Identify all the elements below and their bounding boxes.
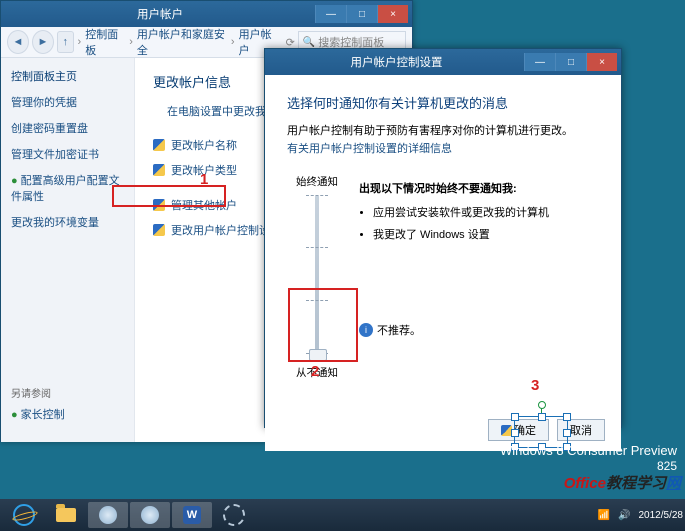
shield-icon xyxy=(153,224,165,236)
bullet-icon: ● xyxy=(11,409,18,421)
control-panel-icon xyxy=(99,506,117,524)
windows-watermark: Windows 8 Consumer Preview 825 xyxy=(500,443,677,475)
uac-close-button[interactable]: × xyxy=(586,53,617,71)
cp-titlebar[interactable]: 用户帐户 — □ × xyxy=(1,1,412,27)
tray-volume-icon[interactable]: 🔊 xyxy=(618,510,630,521)
resize-handle-icon xyxy=(563,413,571,421)
taskbar[interactable]: W 📶 🔊 2012/5/28 xyxy=(0,499,685,531)
sidebar-item-parental[interactable]: ●家长控制 xyxy=(11,406,124,422)
taskbar-settings[interactable] xyxy=(214,502,254,528)
tray-date[interactable]: 2012/5/28 xyxy=(639,510,684,521)
taskbar-cp[interactable] xyxy=(88,502,128,528)
cp-title: 用户帐户 xyxy=(5,6,315,22)
rotate-handle-icon xyxy=(538,401,546,409)
cp-maximize-button[interactable]: □ xyxy=(346,5,377,23)
annotation-2: 2 xyxy=(311,363,319,380)
sidebar-home[interactable]: 控制面板主页 xyxy=(11,68,124,84)
resize-handle-icon xyxy=(538,413,546,421)
annotation-box-1 xyxy=(112,185,226,207)
resize-handle-icon xyxy=(563,429,571,437)
uac-li-1: 应用尝试安装软件或更改我的计算机 xyxy=(373,204,599,220)
annotation-3: 3 xyxy=(531,377,539,394)
uac-more-link[interactable]: 有关用户帐户控制设置的详细信息 xyxy=(287,143,452,155)
annotation-box-2 xyxy=(288,288,358,362)
uac-title: 用户帐户控制设置 xyxy=(269,54,524,70)
slider-tick xyxy=(306,247,328,249)
shield-icon xyxy=(153,164,165,176)
sidebar-item-adv-profile[interactable]: ●配置高级用户配置文件属性 xyxy=(11,172,124,204)
info-icon: i xyxy=(359,323,373,337)
sidebar-item-env-vars[interactable]: 更改我的环境变量 xyxy=(11,214,124,230)
search-icon: 🔍 xyxy=(303,37,315,48)
see-also-label: 另请参阅 xyxy=(11,385,124,400)
cp-minimize-button[interactable]: — xyxy=(315,5,346,23)
uac-group-title: 出现以下情况时始终不要通知我: xyxy=(359,180,599,196)
uac-desc: 用户帐户控制有助于预防有害程序对你的计算机进行更改。 xyxy=(287,122,599,138)
taskbar-explorer[interactable] xyxy=(46,502,86,528)
chevron-right-icon: › xyxy=(78,36,82,48)
refresh-icon[interactable]: ⟳ xyxy=(286,36,295,49)
breadcrumb-1[interactable]: 控制面板 xyxy=(85,26,125,58)
slider-tick xyxy=(306,195,328,197)
uac-li-2: 我更改了 Windows 设置 xyxy=(373,226,599,242)
control-panel-icon xyxy=(141,506,159,524)
shield-icon xyxy=(153,139,165,151)
bullet-icon: ● xyxy=(11,175,18,187)
back-button[interactable]: ◄ xyxy=(7,30,29,54)
cp-sidebar: 控制面板主页 管理你的凭据 创建密码重置盘 管理文件加密证书 ●配置高级用户配置… xyxy=(1,58,135,442)
uac-maximize-button[interactable]: □ xyxy=(555,53,586,71)
sidebar-item-credentials[interactable]: 管理你的凭据 xyxy=(11,94,124,110)
breadcrumb-2[interactable]: 用户帐户和家庭安全 xyxy=(137,26,227,58)
sidebar-item-reset-disk[interactable]: 创建密码重置盘 xyxy=(11,120,124,136)
scale-top-label: 始终通知 xyxy=(296,174,338,189)
word-icon: W xyxy=(183,506,201,524)
folder-icon xyxy=(56,508,76,522)
site-logo: Office教程学习网 xyxy=(564,472,681,493)
gear-icon xyxy=(223,504,245,526)
taskbar-uac[interactable] xyxy=(130,502,170,528)
cp-close-button[interactable]: × xyxy=(377,5,408,23)
taskbar-word[interactable]: W xyxy=(172,502,212,528)
tray-network-icon[interactable]: 📶 xyxy=(598,510,610,521)
up-button[interactable]: ↑ xyxy=(57,31,74,53)
sidebar-item-file-encrypt[interactable]: 管理文件加密证书 xyxy=(11,146,124,162)
uac-minimize-button[interactable]: — xyxy=(524,53,555,71)
resize-handle-icon xyxy=(511,413,519,421)
ie-icon xyxy=(13,504,35,526)
uac-heading: 选择何时通知你有关计算机更改的消息 xyxy=(287,93,599,112)
forward-button[interactable]: ► xyxy=(32,30,54,54)
uac-titlebar[interactable]: 用户帐户控制设置 — □ × xyxy=(265,49,621,75)
uac-not-recommended: i 不推荐。 xyxy=(359,322,421,338)
taskbar-ie[interactable] xyxy=(4,502,44,528)
resize-handle-icon xyxy=(511,429,519,437)
